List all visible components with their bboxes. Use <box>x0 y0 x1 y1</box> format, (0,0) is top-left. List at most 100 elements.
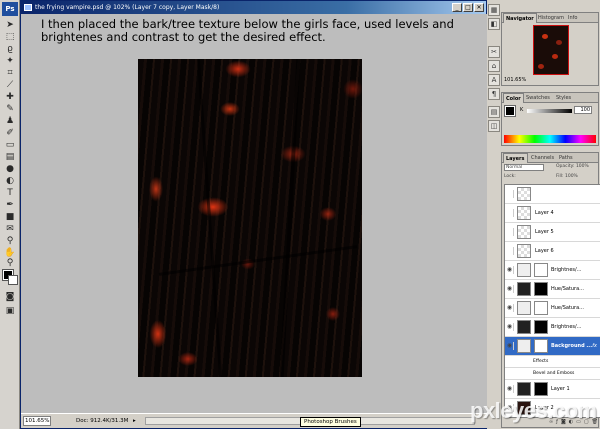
quick-mask-icon[interactable]: ◙ <box>3 292 17 302</box>
tab-swatches[interactable]: Swatches <box>524 93 552 103</box>
layer-list[interactable]: Layer 4 Layer 5 Layer 6 ◉ Brightnes/... ◉ Hue/… <box>504 184 600 418</box>
move-tool-icon[interactable]: ➤ <box>3 20 17 30</box>
color-swatch[interactable] <box>504 105 516 117</box>
stamp-tool-icon[interactable]: ♟ <box>3 116 17 126</box>
layer-row[interactable]: ◉ Hue/Satura... <box>505 280 600 299</box>
dock-icon[interactable]: ◧ <box>488 18 500 30</box>
layer-row[interactable]: Layer 5 <box>505 223 600 242</box>
eraser-tool-icon[interactable]: ▭ <box>3 140 17 150</box>
visibility-eye-icon[interactable] <box>506 228 514 236</box>
layer-row[interactable] <box>505 185 600 204</box>
layer-name: Hue/Satura... <box>551 305 584 311</box>
layer-mask-thumbnail[interactable] <box>534 382 548 396</box>
navigator-thumbnail[interactable] <box>533 25 569 75</box>
dock-icon[interactable]: ▤ <box>488 106 500 118</box>
tab-navigator[interactable]: Navigator <box>503 13 537 23</box>
close-button[interactable]: ✕ <box>474 3 484 12</box>
minimize-button[interactable]: _ <box>452 3 462 12</box>
visibility-eye-icon[interactable]: ◉ <box>506 304 514 312</box>
zoom-field[interactable]: 101.65% <box>23 416 51 426</box>
blend-mode-select[interactable]: Normal <box>504 164 544 171</box>
opacity-control[interactable]: Opacity: 100% <box>556 164 589 169</box>
tab-histogram[interactable]: Histogram <box>536 13 566 23</box>
crop-tool-icon[interactable]: ⌗ <box>3 68 17 78</box>
bark-texture-image[interactable] <box>138 59 362 377</box>
tools-palette: Ps ➤ ⬚ ϱ ✦ ⌗ ⟋ ✚ ✎ ♟ ✐ ▭ ▤ ● ◐ T ✒ ■ ✉ ⚲… <box>0 0 20 429</box>
layer-fx-badge[interactable]: fx <box>592 337 597 356</box>
visibility-eye-icon[interactable]: ◉ <box>506 342 514 350</box>
layer-thumbnail <box>517 320 531 334</box>
layer-name: Layer 4 <box>535 210 554 216</box>
color-spectrum[interactable] <box>504 135 596 143</box>
k-slider[interactable] <box>527 109 572 113</box>
color-panel: Color Swatches Styles K 100 <box>501 92 599 146</box>
layer-mask-thumbnail[interactable] <box>534 282 548 296</box>
layer-row[interactable]: ◉ Layer 1 <box>505 380 600 399</box>
shape-tool-icon[interactable]: ■ <box>3 212 17 222</box>
dodge-tool-icon[interactable]: ◐ <box>3 176 17 186</box>
dock-icon[interactable]: ✂ <box>488 46 500 58</box>
dock-icon[interactable]: ▦ <box>488 4 500 16</box>
visibility-eye-icon[interactable]: ◉ <box>506 323 514 331</box>
gradient-tool-icon[interactable]: ▤ <box>3 152 17 162</box>
layer-mask-thumbnail[interactable] <box>534 339 548 353</box>
layer-thumbnail <box>517 244 531 258</box>
magic-wand-tool-icon[interactable]: ✦ <box>3 56 17 66</box>
layers-panel: Layers Channels Paths Normal Opacity: 10… <box>501 152 600 428</box>
dock-icon[interactable]: ◫ <box>488 120 500 132</box>
layer-row[interactable]: ◉ Brightnes/... <box>505 261 600 280</box>
history-brush-tool-icon[interactable]: ✐ <box>3 128 17 138</box>
dock-icon[interactable]: ⌂ <box>488 60 500 72</box>
layer-row[interactable]: Layer 6 <box>505 242 600 261</box>
healing-tool-icon[interactable]: ✚ <box>3 92 17 102</box>
layer-row[interactable]: Bevel and Emboss <box>505 368 600 380</box>
blur-tool-icon[interactable]: ● <box>3 164 17 174</box>
visibility-eye-icon[interactable]: ◉ <box>506 385 514 393</box>
layer-row[interactable]: ◉ Brightnes/... <box>505 318 600 337</box>
visibility-eye-icon[interactable] <box>506 247 514 255</box>
brush-tool-icon[interactable]: ✎ <box>3 104 17 114</box>
visibility-eye-icon[interactable] <box>506 190 514 198</box>
layer-row[interactable]: ◉ Background ... fx <box>505 337 600 356</box>
status-bar: 101.65% Doc: 912.4K/31.3M ▸ <box>21 413 487 428</box>
navigator-zoom[interactable]: 101.65% <box>504 77 599 83</box>
status-menu-arrow-icon[interactable]: ▸ <box>133 414 136 428</box>
tab-channels[interactable]: Channels <box>529 153 556 163</box>
layer-mask-thumbnail[interactable] <box>534 301 548 315</box>
dock-icon[interactable]: A <box>488 74 500 86</box>
screen-mode-icon[interactable]: ▣ <box>3 306 17 316</box>
dock-icon[interactable]: ¶ <box>488 88 500 100</box>
maximize-button[interactable]: □ <box>463 3 473 12</box>
eyedropper-tool-icon[interactable]: ⚲ <box>3 236 17 246</box>
layer-row[interactable]: Effects <box>505 356 600 368</box>
zoom-tool-icon[interactable]: ⚲ <box>3 258 17 268</box>
notes-tool-icon[interactable]: ✉ <box>3 224 17 234</box>
document-size: Doc: 912.4K/31.3M <box>76 418 129 424</box>
slice-tool-icon[interactable]: ⟋ <box>3 80 17 90</box>
visibility-eye-icon[interactable]: ◉ <box>506 266 514 274</box>
lasso-tool-icon[interactable]: ϱ <box>3 44 17 54</box>
layer-mask-thumbnail[interactable] <box>534 320 548 334</box>
tab-styles[interactable]: Styles <box>554 93 573 103</box>
background-color-swatch[interactable] <box>8 275 18 285</box>
k-value-field[interactable]: 100 <box>574 106 592 114</box>
pen-tool-icon[interactable]: ✒ <box>3 200 17 210</box>
layer-name: Layer 1 <box>551 386 570 392</box>
tab-layers[interactable]: Layers <box>503 153 528 163</box>
document-titlebar: the frying vampire.psd @ 102% (Layer 7 c… <box>21 1 486 14</box>
tab-info[interactable]: Info <box>566 13 579 23</box>
layer-row[interactable]: Layer 4 <box>505 204 600 223</box>
type-tool-icon[interactable]: T <box>3 188 17 198</box>
tab-paths[interactable]: Paths <box>557 153 575 163</box>
layer-thumbnail <box>517 206 531 220</box>
fill-control[interactable]: Fill: 100% <box>556 174 578 179</box>
marquee-tool-icon[interactable]: ⬚ <box>3 32 17 42</box>
visibility-eye-icon[interactable] <box>506 209 514 217</box>
site-watermark: pxleyes.com <box>470 398 597 423</box>
hand-tool-icon[interactable]: ✋ <box>3 248 17 258</box>
tab-color[interactable]: Color <box>503 93 524 103</box>
layer-mask-thumbnail[interactable] <box>534 263 548 277</box>
layer-row[interactable]: ◉ Hue/Satura... <box>505 299 600 318</box>
canvas-area[interactable]: I then placed the bark/tree texture belo… <box>21 14 487 414</box>
visibility-eye-icon[interactable]: ◉ <box>506 285 514 293</box>
